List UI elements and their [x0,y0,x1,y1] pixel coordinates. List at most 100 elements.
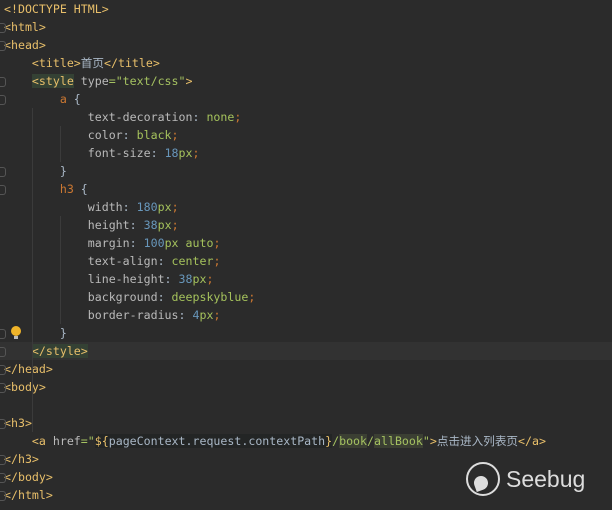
code-token: : [122,128,137,142]
code-line[interactable]: <html> [0,18,612,36]
code-line[interactable]: <a href="${pageContext.request.contextPa… [0,432,612,450]
watermark-text: Seebug [506,465,586,492]
code-line[interactable]: text-decoration: none; [0,108,612,126]
fold-marker-icon[interactable] [0,347,6,357]
code-token: <title> [31,56,81,70]
lightbulb-icon[interactable] [11,326,21,339]
code-line[interactable]: </style> [0,342,612,360]
code-token: px auto [164,236,214,250]
code-token: </title> [104,56,160,70]
code-token: </h3> [4,452,39,466]
code-token: center [171,254,214,268]
fold-marker-icon[interactable] [0,455,6,465]
code-line[interactable]: } [0,162,612,180]
code-line[interactable]: line-height: 38px; [0,270,612,288]
code-token: : [122,200,137,214]
code-token: 38 [143,218,158,232]
fold-marker-icon[interactable] [0,419,6,429]
code-token: <h3> [4,416,32,430]
code-token: 100 [143,236,165,250]
code-token: 点击进入列表页 [436,434,519,448]
code-token: ; [192,146,200,160]
code-token: font-size [87,146,151,160]
code-line[interactable]: height: 38px; [0,216,612,234]
code-token: px [157,200,172,214]
fold-marker-icon[interactable] [0,41,6,51]
code-token: : [157,290,172,304]
code-token: </a> [518,434,546,448]
code-line[interactable]: text-align: center; [0,252,612,270]
code-token: href [45,434,81,448]
code-token: 180 [136,200,158,214]
fold-marker-icon[interactable] [0,185,6,195]
code-line[interactable]: background: deepskyblue; [0,288,612,306]
code-editor[interactable]: <!DOCTYPE HTML> <html> <head> <title>首页</t… [0,0,612,504]
code-token: <!DOCTYPE HTML> [4,2,109,16]
fold-marker-icon[interactable] [0,167,6,177]
code-line[interactable]: border-radius: 4px; [0,306,612,324]
code-line[interactable]: a { [0,90,612,108]
fold-marker-icon[interactable] [0,329,6,339]
code-token: ${ [94,434,109,448]
code-line[interactable]: width: 180px; [0,198,612,216]
code-token: <a [31,434,46,448]
code-token: { [66,92,81,106]
code-line[interactable]: <body> [0,378,612,396]
code-token: : [192,110,207,124]
code-token: ; [171,218,179,232]
fold-marker-icon[interactable] [0,23,6,33]
fold-marker-icon[interactable] [0,473,6,483]
code-line[interactable]: <style type="text/css"> [0,72,612,90]
indent-guide [60,216,61,324]
code-token: px [157,218,172,232]
code-token: : [150,146,165,160]
seebug-logo-icon [466,462,500,496]
code-line[interactable]: <head> [0,36,612,54]
code-token: <style [31,74,74,88]
code-line[interactable]: <title>首页</title> [0,54,612,72]
code-token: allBook [374,434,423,448]
code-token: ; [234,110,242,124]
code-token: : [178,308,193,322]
indent-guide [32,108,33,432]
code-token: <html> [4,20,46,34]
code-token: </style> [31,344,88,358]
code-token: height [87,218,130,232]
code-token: / [367,434,374,448]
seebug-watermark: Seebug [466,462,585,496]
code-line[interactable]: </head> [0,360,612,378]
code-line[interactable]: <!DOCTYPE HTML> [0,0,612,18]
code-token: 38 [178,272,193,286]
code-token: px [192,272,207,286]
code-line[interactable]: margin: 100px auto; [0,234,612,252]
code-token: { [73,182,88,196]
code-line[interactable]: <h3> [0,414,612,432]
code-token: 18 [164,146,179,160]
code-line[interactable]: color: black; [0,126,612,144]
code-token: : [164,272,179,286]
code-token: black [136,128,172,142]
code-token: h3 [59,182,74,196]
code-line[interactable] [0,396,612,414]
code-line[interactable]: h3 { [0,180,612,198]
code-line[interactable]: font-size: 18px; [0,144,612,162]
fold-marker-icon[interactable] [0,95,6,105]
fold-marker-icon[interactable] [0,491,6,501]
code-line[interactable]: } [0,324,612,342]
fold-marker-icon[interactable] [0,383,6,393]
fold-marker-icon[interactable] [0,365,6,375]
code-token: none [206,110,235,124]
code-token: </head> [4,362,53,376]
code-token: ; [171,200,179,214]
code-token: a [59,92,67,106]
fold-marker-icon[interactable] [0,77,6,87]
code-token: ; [171,128,179,142]
code-token: px [178,146,193,160]
